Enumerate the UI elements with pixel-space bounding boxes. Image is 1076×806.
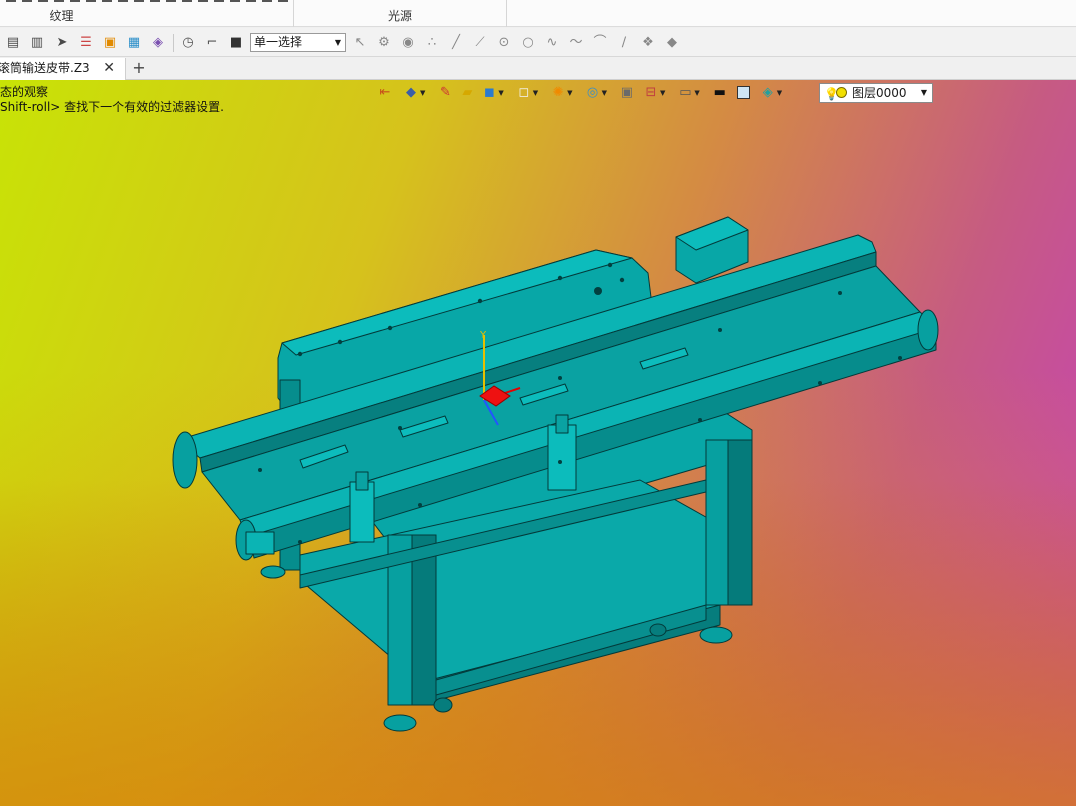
display-icon[interactable]: ▭ (677, 85, 693, 101)
chevron-down-icon[interactable]: ▼ (660, 89, 665, 97)
chevron-down-icon[interactable]: ▼ (420, 89, 425, 97)
curve-icon[interactable]: ∿ (544, 35, 560, 51)
document-tab-label: 大滚筒输送皮带.Z3 (0, 61, 90, 75)
document-tab-active[interactable]: 大滚筒输送皮带.Z3 ✕ (0, 58, 126, 80)
stop-icon[interactable]: ■ (228, 35, 244, 51)
lasso-icon[interactable]: ⌐ (204, 35, 220, 51)
layer-color-dot (836, 87, 847, 98)
view-toolbar: ⇤ ◆ ▼ ✎ ▰ ◼ ▼ ◻ ▼ ✺ ▼ ◎ ▼ ▣ ⊟ ▼ ▭ ▼ ▬ ◈ ▼ (377, 83, 783, 103)
3d-viewport[interactable]: Y 态的观察 Shift-roll> 查找下一个有效的过滤器设置. ⇤ ◆ ▼ ✎… (0, 80, 1076, 806)
pointer-icon[interactable]: ➤ (54, 35, 70, 51)
chevron-down-icon: ▼ (920, 88, 927, 97)
color-swatch-icon[interactable] (736, 85, 752, 101)
main-toolbar: ▤ ▥ ➤ ☰ ▣ ▦ ◈ ◷ ⌐ ■ ↖ ⚙ ◉ ∴ ╱ ⟋ ⊙ ○ ∿ 〜 … (0, 28, 1076, 57)
pen-icon[interactable]: ✎ (437, 85, 453, 101)
foot-front-left (383, 714, 417, 732)
align-2-icon[interactable]: ▥ (29, 35, 45, 51)
box-yellow-icon[interactable]: ▰ (459, 85, 475, 101)
layer-dropdown[interactable]: 💡 图层0000 ▼ (819, 83, 933, 103)
caster-2 (649, 623, 667, 637)
clamp-right-stem (555, 414, 569, 434)
layer-stack-icon[interactable]: ◈ (760, 85, 776, 101)
line2-icon[interactable]: ⟋ (472, 35, 488, 51)
list-icon[interactable]: ☰ (78, 35, 94, 51)
ribbon-group-light[interactable]: 光源 (294, 0, 507, 27)
chevron-down-icon[interactable]: ▼ (602, 89, 607, 97)
roller-left-bracket (245, 531, 275, 555)
selection-filter-value: 单一选择 (254, 35, 303, 49)
zoom-icon[interactable]: ◎ (585, 85, 601, 101)
image-icon[interactable]: ▦ (126, 35, 142, 51)
chevron-down-icon[interactable]: ▼ (533, 89, 538, 97)
foot-front-right (699, 626, 733, 644)
ribbon-group-texture[interactable]: 纹理 (0, 0, 294, 27)
chevron-down-icon: ▼ (334, 38, 341, 47)
chevron-down-icon[interactable]: ▼ (694, 89, 699, 97)
shade-mode-icon[interactable]: ◆ (403, 85, 419, 101)
ribbon-group-label-light: 光源 (387, 9, 412, 23)
cube-white-icon[interactable]: ◻ (516, 85, 532, 101)
wave-icon[interactable]: 〜 (568, 35, 584, 51)
caster-1 (433, 697, 453, 713)
toolbar-separator (173, 34, 174, 52)
ribbon-group-label-texture: 纹理 (49, 9, 74, 23)
chevron-down-icon[interactable]: ▼ (498, 89, 503, 97)
arc-icon[interactable]: ⌒ (592, 35, 608, 51)
svg-text:Y: Y (479, 330, 487, 341)
line-icon[interactable]: ╱ (448, 35, 464, 51)
slash-icon[interactable]: ∕ (616, 35, 632, 51)
ribbon-group-strip: 纹理 光源 (0, 0, 1076, 27)
frame-icon[interactable]: ▣ (619, 85, 635, 101)
folder-icon[interactable]: ▣ (102, 35, 118, 51)
status-hint-line-1: 态的观察 (0, 85, 49, 99)
clamp-right (547, 424, 577, 491)
align-icon[interactable]: ▤ (5, 35, 21, 51)
circle2-icon[interactable]: ○ (520, 35, 536, 51)
line-weight-icon[interactable]: ▬ (712, 85, 728, 101)
leg-front-right-shade (727, 439, 753, 606)
sphere-icon[interactable]: ✺ (550, 85, 566, 101)
close-tab-icon[interactable]: ✕ (103, 58, 115, 79)
clock-icon[interactable]: ◷ (180, 35, 196, 51)
document-tab-bar: 大滚筒输送皮带.Z3 ✕ + (0, 58, 1076, 80)
section-icon[interactable]: ⊟ (643, 85, 659, 101)
status-hint-line-2: Shift-roll> 查找下一个有效的过滤器设置. (0, 100, 224, 114)
circle-icon[interactable]: ⊙ (496, 35, 512, 51)
cube-blue-icon[interactable]: ◼ (481, 85, 497, 101)
roller-right (917, 309, 939, 351)
selection-filter-dropdown[interactable]: 单一选择 ▼ (250, 33, 346, 52)
roller-left (172, 431, 198, 489)
layer-name: 图层0000 (852, 86, 907, 100)
layer-icon[interactable]: ❖ (640, 35, 656, 51)
gear-icon[interactable]: ⚙ (376, 35, 392, 51)
foot-back-left (260, 565, 286, 579)
layer2-icon[interactable]: ◆ (664, 35, 680, 51)
point-icon[interactable]: ∴ (424, 35, 440, 51)
chevron-down-icon[interactable]: ▼ (777, 89, 782, 97)
clamp-left (349, 481, 375, 543)
play-icon[interactable]: ◉ (400, 35, 416, 51)
chevron-down-icon[interactable]: ▼ (567, 89, 572, 97)
pick-icon[interactable]: ↖ (352, 35, 368, 51)
clamp-left-stem (355, 471, 369, 491)
palette-icon[interactable]: ◈ (150, 35, 166, 51)
add-tab-button[interactable]: + (132, 58, 146, 80)
exit-icon[interactable]: ⇤ (377, 85, 393, 101)
conveyor-model[interactable]: Y (0, 80, 1076, 806)
